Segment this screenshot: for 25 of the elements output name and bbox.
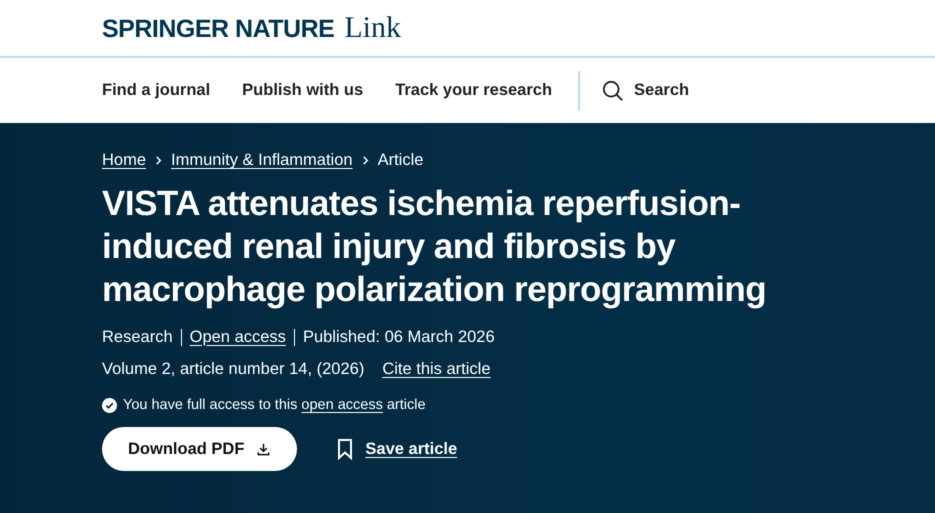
chevron-icon [154,156,164,165]
nav-link[interactable]: Track your research [395,81,552,100]
article-info: Research [102,328,173,346]
chevron-icon [360,156,370,165]
article-info: Published: 06 March 2026 [302,328,495,346]
article-title: VISTA attenuates ischemia reperfusion-induced renal injury and fibrosis by macrophage polarization reprogramming [102,183,768,311]
download-pdf-button[interactable]: Download PDF [102,427,298,471]
search-link[interactable]: Search [634,81,690,100]
nav-link[interactable]: Publish with us [242,81,364,100]
citation-text: Volume 2, article number 14, (2026) [102,360,364,378]
access-text: You have full access to this open access article [123,397,426,413]
access-link[interactable]: Open access [190,328,286,346]
check-circle-icon [102,398,117,412]
download-icon [256,442,272,456]
cite-link[interactable]: Cite this article [382,360,491,378]
nav-link[interactable]: Find a journal [102,81,210,100]
breadcrumb-link[interactable]: Immunity & Inflammation [171,151,353,170]
breadcrumb-link[interactable]: Home [102,151,146,170]
search-icon[interactable] [602,80,624,102]
bookmark-icon[interactable] [337,438,354,460]
product-name: Link [344,11,402,45]
brand-logo[interactable]: SPRINGER NATURE [102,15,334,44]
page-label: Article [378,151,424,170]
save-article-link[interactable]: Save article [365,440,458,458]
open-access-link[interactable]: open access [301,397,383,413]
